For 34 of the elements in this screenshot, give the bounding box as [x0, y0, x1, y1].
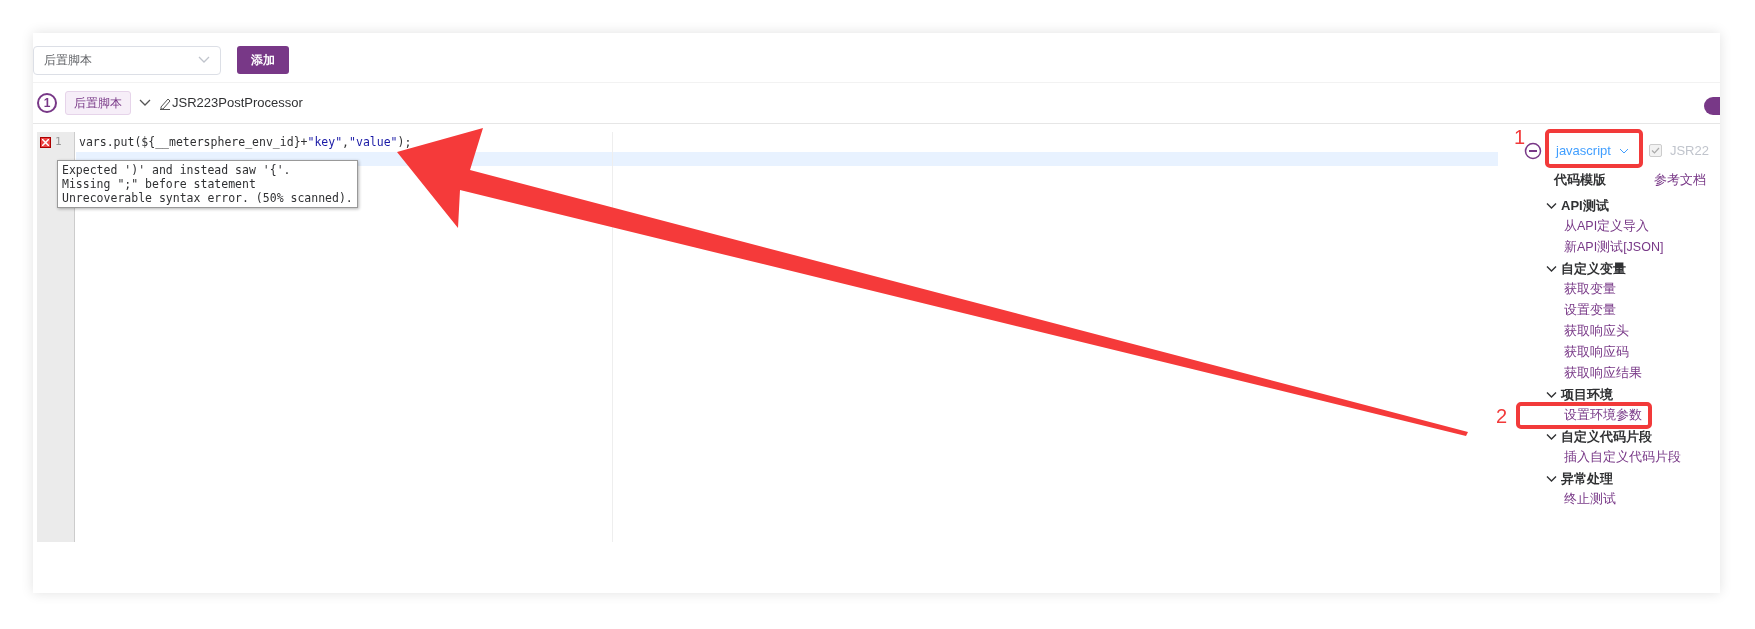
group-heading[interactable]: API测试	[1561, 195, 1609, 217]
group-heading[interactable]: 项目环境	[1561, 384, 1613, 406]
line-number: 1	[55, 134, 62, 150]
group-heading[interactable]: 自定义代码片段	[1561, 426, 1652, 448]
script-tag: 后置脚本	[65, 91, 131, 115]
code-line: vars.put(${__metersphere_env_id}+"key","value");	[78, 134, 412, 150]
docs-link[interactable]: 参考文档	[1654, 170, 1706, 190]
chevron-down-icon[interactable]	[139, 99, 151, 107]
template-link[interactable]: 获取响应码	[1546, 342, 1720, 364]
template-link[interactable]: 获取响应头	[1546, 321, 1720, 343]
error-tooltip: Expected ')' and instead saw '{'. Missing ";" before statement Unrecoverable syntax error. (50% scanned).	[57, 160, 358, 208]
annotation-number: 2	[1496, 404, 1508, 430]
chevron-down-icon	[198, 56, 210, 64]
processor-name: JSR223PostProcessor	[172, 94, 303, 113]
checkbox[interactable]	[1648, 144, 1662, 158]
template-link[interactable]: 设置环境参数	[1546, 405, 1720, 427]
template-link[interactable]: 获取变量	[1546, 279, 1720, 301]
pencil-icon[interactable]	[159, 96, 171, 110]
template-link[interactable]: 从API定义导入	[1546, 216, 1720, 238]
group-heading[interactable]: 自定义变量	[1561, 258, 1626, 280]
template-link[interactable]: 设置变量	[1546, 300, 1720, 322]
chevron-down-icon	[1618, 147, 1629, 154]
template-link[interactable]: 获取响应结果	[1546, 363, 1720, 385]
group-heading[interactable]: 异常处理	[1561, 468, 1613, 490]
template-link[interactable]: 终止测试	[1546, 489, 1720, 511]
minus-circle-icon[interactable]	[1524, 141, 1542, 160]
script-type-select[interactable]: 后置脚本	[33, 45, 221, 75]
annotation-number: 1	[1514, 125, 1526, 150]
step-number: 1	[37, 93, 57, 113]
template-link[interactable]: 插入自定义代码片段	[1546, 447, 1720, 469]
template-title: 代码模版	[1554, 171, 1606, 189]
add-button[interactable]: 添加	[237, 46, 289, 74]
checkbox-label: JSR22	[1669, 142, 1709, 160]
template-link[interactable]: 新API测试[JSON]	[1546, 237, 1720, 259]
